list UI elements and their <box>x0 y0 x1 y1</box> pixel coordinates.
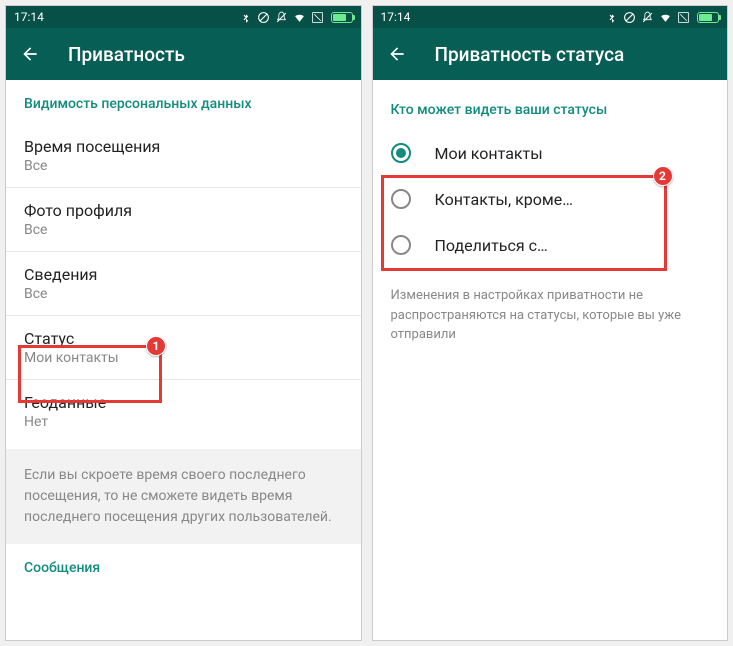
info-text: Если вы скроете время своего последнего … <box>6 449 361 544</box>
radio-label: Мои контакты <box>435 144 543 163</box>
radio-label: Контакты, кроме… <box>435 190 573 209</box>
status-time: 17:14 <box>14 10 44 24</box>
setting-value: Нет <box>24 414 343 430</box>
setting-value: Все <box>24 158 343 174</box>
radio-icon <box>391 189 411 209</box>
silent-icon <box>641 11 654 24</box>
setting-title: Время посещения <box>24 137 343 156</box>
content-area: Кто может видеть ваши статусы Мои контак… <box>373 80 728 363</box>
setting-value: Все <box>24 222 343 238</box>
setting-value: Мои контакты <box>24 350 343 366</box>
annotation-badge-2: 2 <box>653 166 673 186</box>
signal-icon <box>311 11 324 24</box>
page-title: Приватность <box>68 43 185 66</box>
back-button[interactable] <box>20 44 40 64</box>
radio-icon <box>391 235 411 255</box>
section-header: Видимость персональных данных <box>6 80 361 124</box>
setting-title: Геоданные <box>24 393 343 412</box>
section-header: Кто может видеть ваши статусы <box>373 80 728 130</box>
app-header: Приватность статуса <box>373 28 728 80</box>
no-location-icon <box>623 11 636 24</box>
wifi-icon <box>293 11 306 24</box>
setting-title: Сведения <box>24 265 343 284</box>
status-icons <box>239 11 353 24</box>
radio-my-contacts[interactable]: Мои контакты <box>373 130 728 176</box>
status-icons <box>605 11 719 24</box>
note-text: Изменения в настройках приватности не ра… <box>373 268 728 363</box>
battery-icon <box>331 12 353 23</box>
battery-icon <box>697 12 719 23</box>
phone-left: 17:14 Приватность Видимость персональных… <box>5 5 362 641</box>
page-title: Приватность статуса <box>435 43 625 66</box>
signal-icon <box>677 11 690 24</box>
setting-profile-photo[interactable]: Фото профиля Все <box>6 188 361 251</box>
status-time: 17:14 <box>381 10 411 24</box>
setting-live-location[interactable]: Геоданные Нет <box>6 380 361 443</box>
section-header-messages: Сообщения <box>6 544 361 588</box>
radio-label: Поделиться с… <box>435 236 548 255</box>
status-bar: 17:14 <box>373 6 728 28</box>
setting-last-seen[interactable]: Время посещения Все <box>6 124 361 187</box>
app-header: Приватность <box>6 28 361 80</box>
bluetooth-icon <box>239 11 252 24</box>
content-area: Видимость персональных данных Время посе… <box>6 80 361 588</box>
silent-icon <box>275 11 288 24</box>
status-bar: 17:14 <box>6 6 361 28</box>
setting-value: Все <box>24 286 343 302</box>
wifi-icon <box>659 11 672 24</box>
bluetooth-icon <box>605 11 618 24</box>
phone-right: 17:14 Приватность статуса Кто может виде… <box>372 5 729 641</box>
radio-contacts-except[interactable]: Контакты, кроме… <box>373 176 728 222</box>
setting-about[interactable]: Сведения Все <box>6 252 361 315</box>
setting-title: Статус <box>24 329 343 348</box>
radio-icon <box>391 143 411 163</box>
radio-share-with[interactable]: Поделиться с… <box>373 222 728 268</box>
setting-title: Фото профиля <box>24 201 343 220</box>
annotation-badge-1: 1 <box>146 336 166 356</box>
setting-status[interactable]: Статус Мои контакты <box>6 316 361 379</box>
no-location-icon <box>257 11 270 24</box>
back-button[interactable] <box>387 44 407 64</box>
